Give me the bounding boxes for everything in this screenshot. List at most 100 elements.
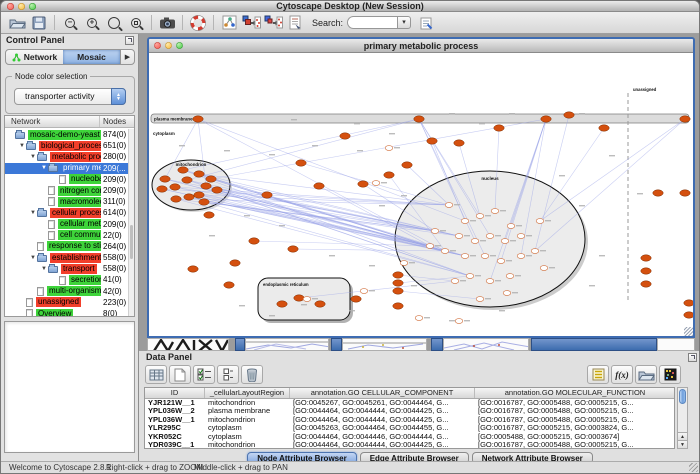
matrix-view-icon[interactable] (659, 365, 681, 384)
select-attributes-icon[interactable] (193, 365, 215, 384)
window-resize-grip[interactable] (689, 463, 698, 472)
zoom-selected-icon[interactable] (104, 13, 124, 33)
tree-row[interactable]: unassigned223(0) (5, 297, 134, 308)
tree-row[interactable]: cell communicat22(0) (5, 230, 134, 241)
expand-triangle-icon[interactable]: ▼ (18, 143, 26, 149)
zoom-in-icon[interactable]: + (82, 13, 102, 33)
scrollbar-thumb[interactable] (679, 389, 686, 404)
table-row[interactable]: YDR039C__1mitochondrion[GO:0044464, GO:0… (145, 441, 674, 449)
annotation-page-icon[interactable] (285, 13, 305, 33)
tree-row[interactable]: ▼transport558(0) (5, 263, 134, 274)
table-column-header[interactable]: _cellularLayoutRegion (205, 388, 290, 398)
help-lifesaver-icon[interactable] (188, 13, 208, 33)
table-column-header[interactable]: annotation.GO CELLULAR_COMPONENT (290, 388, 475, 398)
file-icon (48, 231, 55, 240)
tree-row[interactable]: ▼biological_process651(0) (5, 140, 134, 151)
table-cell: [GO:0016787, GO:0005488, GO:0005215, G..… (475, 407, 675, 415)
expand-triangle-icon[interactable]: ▼ (29, 255, 37, 261)
tree-row[interactable]: response to stimulu264(0) (5, 241, 134, 252)
expand-triangle-icon[interactable]: ▼ (29, 154, 37, 160)
tree-row[interactable]: ▼establishment of lo558(0) (5, 252, 134, 263)
combo-stepper-icon[interactable]: ▲▼ (111, 88, 126, 105)
tree-row[interactable]: mosaic-demo-yeast874(0) (5, 129, 134, 140)
tree-row[interactable]: nitrogen compo209(0) (5, 185, 134, 196)
zoom-fit-icon[interactable] (126, 13, 146, 33)
minimized-window-thumbnail[interactable] (245, 338, 329, 351)
zoom-out-icon[interactable]: − (60, 13, 80, 33)
open-file-icon[interactable] (7, 13, 27, 33)
table-row[interactable]: YKR052Ccytoplasm[GO:0044464, GO:0044446,… (145, 433, 674, 441)
tree-row-node-count: 41(0) (103, 274, 122, 285)
minimized-window-thumbnail[interactable] (342, 338, 427, 351)
network-view-titlebar[interactable]: primary metabolic process (149, 39, 693, 53)
search-config-icon[interactable] (417, 13, 437, 33)
tree-row[interactable]: ▼metabolic process280(0) (5, 151, 134, 162)
minimized-window-thumbnail[interactable] (443, 338, 529, 351)
table-row[interactable]: YJR121W__1mitochondrion[GO:0045267, GO:0… (145, 399, 674, 407)
background-window-titlebar[interactable] (235, 338, 245, 351)
delete-attribute-icon[interactable] (241, 365, 263, 384)
save-icon[interactable] (29, 13, 49, 33)
tree-row[interactable]: secretion41(0) (5, 274, 134, 285)
birds-eye-view[interactable] (4, 321, 135, 453)
tree-row-node-count: 209(0) (103, 219, 126, 230)
table-column-header[interactable]: annotation.GO MOLECULAR_FUNCTION (475, 388, 675, 398)
vizmapper-alt-icon[interactable] (263, 13, 283, 33)
tree-row[interactable]: multi-organism pro42(0) (5, 286, 134, 297)
tab-overflow-arrow-icon[interactable]: ▶ (120, 50, 134, 64)
tree-column-network[interactable]: Network (11, 117, 40, 126)
background-window-titlebar[interactable] (431, 338, 443, 351)
tree-row[interactable]: ▼primary metabo209(... (5, 163, 134, 174)
attribute-list-icon[interactable] (587, 365, 609, 384)
status-bar: Welcome to Cytoscape 2.8.1 Right-click +… (1, 461, 699, 473)
search-dropdown-icon[interactable]: ▾ (397, 16, 411, 29)
tree-row[interactable]: cellular metabo209(0) (5, 219, 134, 230)
tab-mosaic[interactable]: Mosaic (63, 50, 120, 64)
svg-text:nucleus: nucleus (481, 176, 499, 181)
tree-row-label: biological_process (39, 141, 101, 151)
minimized-window-thumbnail[interactable] (657, 338, 695, 351)
unselect-attributes-icon[interactable] (217, 365, 239, 384)
status-welcome: Welcome to Cytoscape 2.8.1 (9, 463, 111, 472)
new-attribute-icon[interactable] (169, 365, 191, 384)
expand-triangle-icon[interactable]: ▼ (29, 210, 37, 216)
table-column-header[interactable]: ID (145, 388, 205, 398)
status-zoom-hint: Right-click + drag to ZOOM (106, 463, 203, 472)
background-window-titlebar[interactable] (331, 338, 342, 351)
tree-row-node-count: 223(0) (103, 297, 126, 308)
import-attributes-icon[interactable] (635, 365, 657, 384)
tab-network[interactable]: Network (6, 50, 63, 64)
tree-scrollbar[interactable] (128, 129, 134, 316)
tree-row[interactable]: macromolecule311(0) (5, 196, 134, 207)
view-resize-grip[interactable] (684, 327, 693, 336)
node-color-select[interactable]: transporter activity ▲▼ (14, 88, 126, 105)
tree-row-node-count: 8(0) (103, 308, 117, 317)
network-canvas[interactable]: plasma membranecytoplasmmitochondrionnuc… (149, 53, 693, 336)
scroll-up-icon[interactable]: ▲ (678, 432, 687, 440)
tree-row[interactable]: Overview8(0) (5, 308, 134, 317)
tree-row-label: cellular process (50, 208, 101, 218)
expand-triangle-icon[interactable]: ▼ (40, 266, 48, 272)
table-row[interactable]: YLR295Ccytoplasm[GO:0045263, GO:0044464,… (145, 424, 674, 432)
float-panel-icon[interactable] (688, 353, 697, 362)
table-scrollbar[interactable]: ▲ ▼ (677, 387, 688, 449)
minimized-window-thumbnail[interactable] (147, 338, 229, 351)
scroll-down-icon[interactable]: ▼ (678, 440, 687, 448)
folder-icon (37, 210, 47, 217)
function-builder-icon[interactable]: f(x) (611, 365, 633, 384)
background-window-titlebar[interactable] (531, 338, 657, 351)
tree-row[interactable]: nucleobase-209(0) (5, 174, 134, 185)
tree-column-nodes[interactable]: Nodes (103, 117, 126, 126)
tree-row[interactable]: ▼cellular process614(0) (5, 207, 134, 218)
table-row[interactable]: YPL036W__2plasma membrane[GO:0044464, GO… (145, 407, 674, 415)
table-row[interactable]: YPL036W__1mitochondrion[GO:0044464, GO:0… (145, 416, 674, 424)
search-input[interactable] (347, 16, 397, 29)
expand-triangle-icon[interactable]: ▼ (40, 165, 48, 171)
snapshot-camera-icon[interactable] (157, 13, 177, 33)
network-overview-icon[interactable] (219, 13, 239, 33)
table-cell: cytoplasm (205, 424, 290, 432)
vizmapper-icon[interactable] (241, 13, 261, 33)
float-panel-icon[interactable] (125, 36, 134, 45)
attribute-table-mode-icon[interactable] (145, 365, 167, 384)
network-view-window[interactable]: primary metabolic process plasma membran… (147, 37, 695, 338)
